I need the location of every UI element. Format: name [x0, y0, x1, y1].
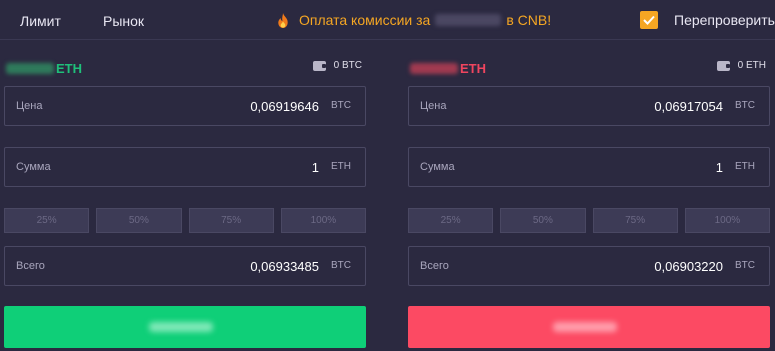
buy-price-value[interactable]: 0,06919646	[250, 99, 319, 114]
buy-balance: 0 BTC	[312, 60, 362, 71]
redacted-text	[435, 14, 502, 26]
buy-total-field[interactable]: Всего 0,06933485 BTC	[4, 246, 366, 286]
redacted-text	[410, 63, 458, 74]
buy-percent-100-button[interactable]: 100%	[280, 208, 366, 233]
buy-button[interactable]	[4, 306, 366, 348]
redacted-text	[553, 322, 617, 332]
sell-total-label: Всего	[420, 260, 449, 272]
sell-price-field[interactable]: Цена 0,06917054 BTC	[408, 86, 770, 126]
buy-amount-label: Сумма	[16, 161, 51, 173]
sell-amount-label: Сумма	[420, 161, 455, 173]
tab-market[interactable]: Рынок	[103, 13, 144, 29]
sell-pair-title: ETH	[410, 61, 486, 76]
buy-price-field[interactable]: Цена 0,06919646 BTC	[4, 86, 366, 126]
sell-percent-25-button[interactable]: 25%	[408, 208, 494, 233]
fire-icon	[278, 12, 288, 28]
sell-total-field[interactable]: Всего 0,06903220 BTC	[408, 246, 770, 286]
buy-percent-buttons: 25% 50% 75% 100%	[4, 208, 366, 233]
sell-balance: 0 ETH	[716, 60, 766, 71]
buy-total-unit: BTC	[331, 260, 351, 271]
tab-limit[interactable]: Лимит	[20, 13, 61, 29]
redacted-text	[149, 322, 213, 332]
recheck-toggle[interactable]: Перепроверить	[640, 11, 775, 29]
sell-price-label: Цена	[420, 100, 447, 112]
promo-text-prefix: Оплата комиссии за	[299, 12, 431, 28]
recheck-checkbox[interactable]	[640, 11, 658, 29]
commission-promo: Оплата комиссии за в CNB!	[276, 12, 551, 28]
buy-percent-25-button[interactable]: 25%	[4, 208, 90, 233]
redacted-text	[6, 63, 54, 74]
buy-total-label: Всего	[16, 260, 45, 272]
sell-panel: ETH 0 ETH Цена 0,06917054 BTC Сумма 1 ET…	[408, 52, 770, 348]
recheck-label: Перепроверить	[674, 12, 775, 28]
checkmark-icon	[643, 15, 655, 25]
buy-panel: ETH 0 BTC Цена 0,06919646 BTC Сумма 1 ET…	[4, 52, 366, 348]
wallet-icon	[312, 60, 326, 71]
promo-text-suffix: в CNB!	[506, 12, 552, 28]
sell-price-unit: BTC	[735, 100, 755, 111]
buy-amount-value[interactable]: 1	[312, 160, 319, 175]
buy-pair-title: ETH	[6, 61, 82, 76]
sell-amount-value[interactable]: 1	[716, 160, 723, 175]
wallet-icon	[716, 60, 730, 71]
sell-percent-buttons: 25% 50% 75% 100%	[408, 208, 770, 233]
sell-pair-symbol: ETH	[460, 61, 486, 76]
sell-percent-50-button[interactable]: 50%	[500, 208, 586, 233]
buy-percent-50-button[interactable]: 50%	[96, 208, 182, 233]
sell-price-value[interactable]: 0,06917054	[654, 99, 723, 114]
buy-pair-symbol: ETH	[56, 61, 82, 76]
sell-total-value[interactable]: 0,06903220	[654, 259, 723, 274]
sell-percent-75-button[interactable]: 75%	[592, 208, 678, 233]
sell-balance-value: 0 ETH	[737, 60, 766, 71]
sell-button[interactable]	[408, 306, 770, 348]
sell-amount-field[interactable]: Сумма 1 ETH	[408, 147, 770, 187]
buy-price-unit: BTC	[331, 100, 351, 111]
buy-balance-value: 0 BTC	[333, 60, 362, 71]
buy-amount-field[interactable]: Сумма 1 ETH	[4, 147, 366, 187]
buy-total-value[interactable]: 0,06933485	[250, 259, 319, 274]
buy-price-label: Цена	[16, 100, 43, 112]
buy-percent-75-button[interactable]: 75%	[188, 208, 274, 233]
order-type-bar: Лимит Рынок Оплата комиссии за в CNB! Пе…	[0, 0, 775, 40]
sell-total-unit: BTC	[735, 260, 755, 271]
sell-amount-unit: ETH	[735, 161, 755, 172]
buy-amount-unit: ETH	[331, 161, 351, 172]
sell-percent-100-button[interactable]: 100%	[684, 208, 770, 233]
